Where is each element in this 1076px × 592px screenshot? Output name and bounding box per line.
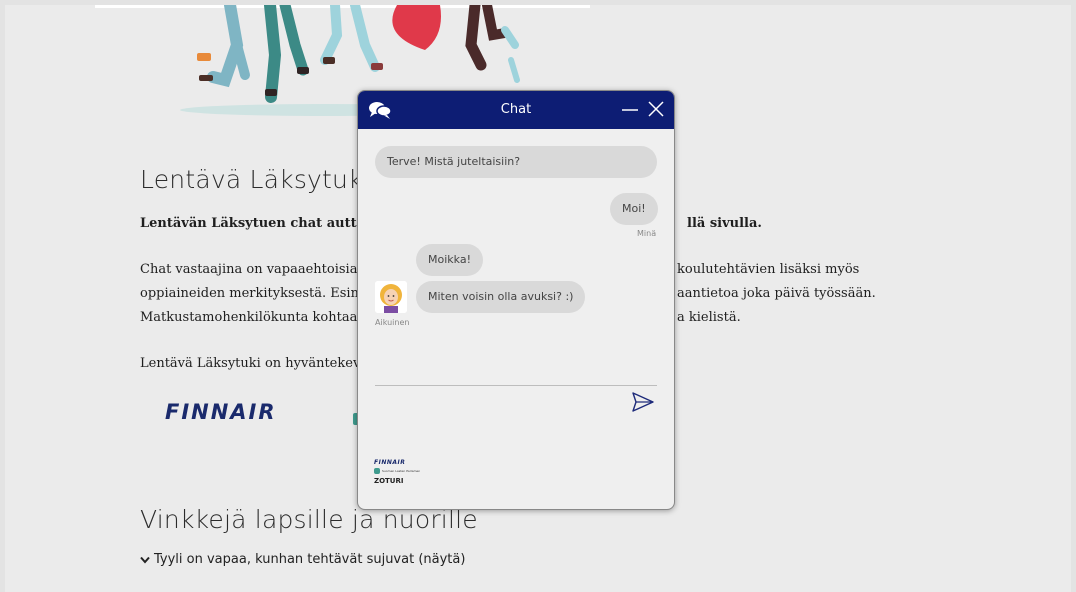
charity-text: Lentävä Läksytuki on hyväntekev: [140, 356, 361, 371]
minimize-icon[interactable]: [620, 99, 640, 119]
input-divider: [375, 385, 657, 386]
footer-zoturi-logo: ZOTURI: [374, 477, 404, 485]
body-line-2-end: aantietoa joka päivä työssään.: [677, 286, 876, 301]
chat-message-agent-2: Miten voisin olla avuksi? :): [416, 281, 586, 313]
tips-toggle[interactable]: Tyyli on vapaa, kunhan tehtävät sujuvat …: [140, 552, 465, 567]
body-line-3-end: a kielistä.: [677, 310, 741, 325]
chat-message-bot: Terve! Mistä juteltaisiin?: [375, 146, 657, 178]
agent-avatar: [375, 281, 407, 313]
agent-sender-label: Aikuinen: [375, 318, 410, 327]
finnair-logo: FINNAIR: [165, 400, 277, 424]
body-line-2: oppiaineiden merkityksestä. Esim: [140, 286, 363, 301]
intro-text-end: llä sivulla.: [687, 216, 762, 231]
chat-message-agent-1: Moikka!: [416, 244, 483, 276]
body-line-1-end: koulutehtävien lisäksi myös: [677, 262, 860, 277]
footer-partner-logo: Suomen Lasten Parlamentti: [374, 468, 422, 474]
intro-text: Lentävän Läksytuen chat auttaa s: [140, 212, 385, 236]
intro-text-start: Lentävän Läksytuen chat auttaa s: [140, 216, 386, 231]
chat-header: Chat: [358, 91, 674, 129]
footer-finnair-logo: FINNAIR: [374, 459, 406, 466]
chat-widget: Chat Terve! Mistä juteltaisiin? Moi! Min…: [357, 90, 675, 510]
chat-footer-logos: FINNAIR Suomen Lasten Parlamentti ZOTURI: [374, 459, 422, 491]
chat-message-input[interactable]: [375, 389, 624, 419]
close-icon[interactable]: [646, 99, 666, 119]
partner-logo-text: Suomen Lasten Parlamentti: [382, 469, 420, 473]
page-title: Lentävä Läksytuki: [140, 165, 370, 194]
tips-toggle-label: Tyyli on vapaa, kunhan tehtävät sujuvat …: [154, 552, 466, 567]
chevron-down-icon: [140, 556, 150, 564]
body-line-1: Chat vastaajina on vapaaehtoisia F: [140, 262, 371, 277]
chat-message-user: Moi!: [610, 193, 658, 225]
user-sender-label: Minä: [637, 229, 657, 238]
partner-logo-mark: [374, 468, 380, 474]
send-icon[interactable]: [631, 391, 655, 413]
body-line-3: Matkustamohenkilökunta kohtaa t: [140, 310, 367, 325]
